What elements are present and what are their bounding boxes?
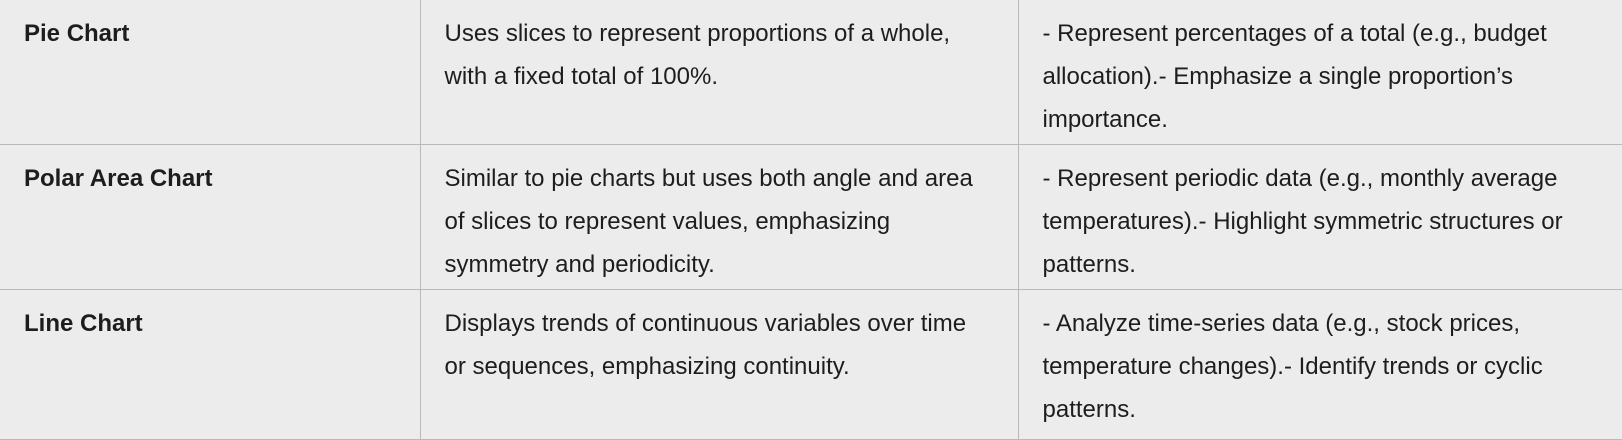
use-cases-cell: - Represent periodic data (e.g., monthly… — [1017, 144, 1622, 290]
chart-name: Polar Area Chart — [24, 165, 213, 192]
description-cell: Similar to pie charts but uses both angl… — [419, 144, 1019, 290]
chart-name: Pie Chart — [24, 20, 130, 47]
table-row: Pie Chart Uses slices to represent propo… — [0, 0, 1622, 145]
chart-types-table: Pie Chart Uses slices to represent propo… — [0, 0, 1622, 440]
table-row: Line Chart Displays trends of continuous… — [0, 289, 1622, 440]
chart-name-cell: Pie Chart — [0, 0, 421, 145]
chart-name-cell: Line Chart — [0, 289, 421, 440]
use-cases-cell: - Analyze time-series data (e.g., stock … — [1017, 289, 1622, 440]
description-cell: Uses slices to represent proportions of … — [419, 0, 1019, 145]
chart-name-cell: Polar Area Chart — [0, 144, 421, 290]
chart-name: Line Chart — [24, 310, 143, 337]
use-cases-cell: - Represent percentages of a total (e.g.… — [1017, 0, 1622, 145]
description-cell: Displays trends of continuous variables … — [419, 289, 1019, 440]
table-row: Polar Area Chart Similar to pie charts b… — [0, 144, 1622, 290]
